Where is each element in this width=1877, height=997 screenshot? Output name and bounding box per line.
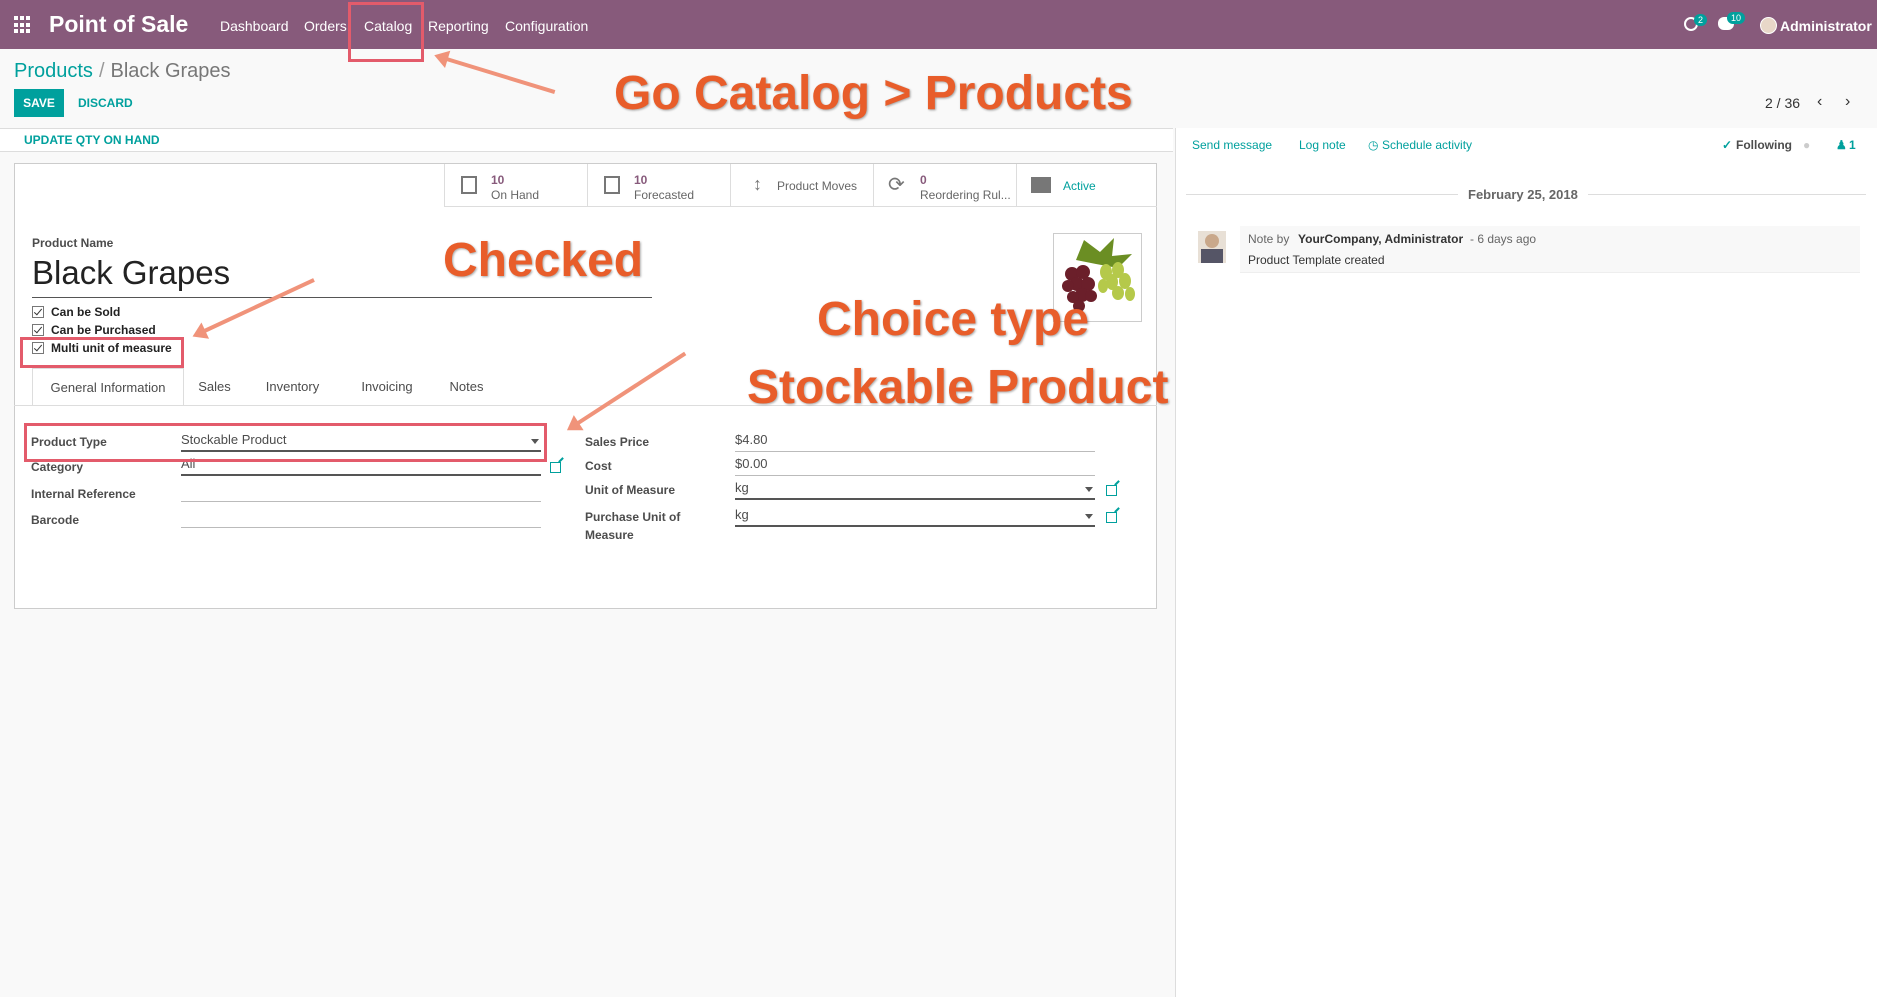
uom-label: Unit of Measure <box>585 483 676 497</box>
cost-field[interactable]: $0.00 <box>735 456 1095 476</box>
refresh-icon: ⟳ <box>888 174 905 196</box>
check-icon: ✓ <box>1722 138 1733 152</box>
smart-button-forecasted[interactable]: 10 Forecasted <box>587 164 730 207</box>
pager-next-icon[interactable]: › <box>1845 93 1850 111</box>
sales-price-field[interactable]: $4.80 <box>735 432 1095 452</box>
message-time: - 6 days ago <box>1470 232 1537 246</box>
message-body: Product Template created <box>1248 253 1385 267</box>
can-be-sold-checkbox[interactable] <box>32 306 44 318</box>
tab-sales[interactable]: Sales <box>184 368 245 405</box>
barcode-field[interactable] <box>181 508 541 528</box>
uom-select[interactable]: kg <box>735 480 1095 500</box>
tab-general-information[interactable]: General Information <box>32 368 184 405</box>
category-label: Category <box>31 460 84 474</box>
building-icon <box>461 176 477 194</box>
message-author[interactable]: YourCompany, Administrator <box>1298 232 1463 246</box>
menu-reporting[interactable]: Reporting <box>428 18 489 34</box>
messages-badge: 10 <box>1727 12 1746 24</box>
pager-prev-icon[interactable]: ‹ <box>1817 93 1822 111</box>
sales-price-label: Sales Price <box>585 435 650 449</box>
followers-count[interactable]: 1 <box>1849 138 1856 152</box>
smart-button-on-hand[interactable]: 10 On Hand <box>444 164 587 207</box>
purchase-uom-external-link-icon[interactable] <box>1106 512 1117 523</box>
product-type-highlight-box <box>24 423 547 462</box>
annotation-choice-type: Choice type <box>817 293 1090 346</box>
activity-badge: 2 <box>1694 14 1708 26</box>
forecasted-label: Forecasted <box>634 188 695 202</box>
chevron-down-icon <box>1085 514 1093 519</box>
on-hand-label: On Hand <box>491 188 540 202</box>
pager-value[interactable]: 2 / 36 <box>1765 95 1800 111</box>
author-avatar <box>1198 231 1226 263</box>
apps-menu-icon[interactable] <box>14 16 32 34</box>
smart-button-product-moves[interactable]: ↕ Product Moves <box>730 164 873 207</box>
product-name-label: Product Name <box>32 236 114 250</box>
menu-dashboard[interactable]: Dashboard <box>220 18 289 34</box>
tab-notes[interactable]: Notes <box>434 368 499 405</box>
category-external-link-icon[interactable] <box>550 462 561 473</box>
breadcrumb-current: Black Grapes <box>110 60 231 82</box>
barcode-label: Barcode <box>31 513 80 527</box>
top-navbar: Point of Sale Dashboard Orders Catalog R… <box>0 0 1877 49</box>
menu-orders[interactable]: Orders <box>304 18 347 34</box>
purchase-uom-value: kg <box>735 507 749 522</box>
annotation-arrow-catalog <box>439 55 556 94</box>
chevron-down-icon <box>1085 487 1093 492</box>
user-avatar[interactable] <box>1760 17 1777 34</box>
clock-icon: ◷ <box>1368 138 1379 152</box>
bell-icon[interactable]: ● <box>1803 138 1810 152</box>
date-label: February 25, 2018 <box>1458 187 1588 202</box>
annotation-catalog: Go Catalog > Products <box>614 67 1133 120</box>
breadcrumb: Products / Black Grapes <box>14 60 231 83</box>
reordering-label: Reordering Rul... <box>920 188 1011 202</box>
discard-button[interactable]: DISCARD <box>72 89 139 117</box>
can-be-sold-label: Can be Sold <box>51 305 121 319</box>
following-button[interactable]: Following <box>1736 138 1792 152</box>
note-prefix: Note by <box>1248 232 1290 246</box>
forecasted-value: 10 <box>634 173 648 187</box>
product-moves-label: Product Moves <box>777 179 858 193</box>
on-hand-value: 10 <box>491 173 505 187</box>
can-be-purchased-checkbox[interactable] <box>32 324 44 336</box>
messages-icon[interactable]: 10 <box>1718 12 1746 30</box>
menu-configuration[interactable]: Configuration <box>505 18 588 34</box>
send-message-button[interactable]: Send message <box>1192 138 1272 152</box>
active-label: Active <box>1063 179 1096 193</box>
pager: 2 / 36 ‹ › <box>1765 93 1850 111</box>
uom-value: kg <box>735 480 749 495</box>
catalog-highlight-box <box>348 2 424 62</box>
chatter-panel: Send message Log note ◷ Schedule activit… <box>1175 128 1877 997</box>
app-title: Point of Sale <box>49 11 189 37</box>
breadcrumb-products[interactable]: Products <box>14 60 93 82</box>
purchase-uom-select[interactable]: kg <box>735 507 1095 527</box>
annotation-checked: Checked <box>443 234 644 287</box>
uom-external-link-icon[interactable] <box>1106 485 1117 496</box>
internal-reference-field[interactable] <box>181 482 541 502</box>
save-button[interactable]: SAVE <box>14 89 64 117</box>
message-box: Note by YourCompany, Administrator - 6 d… <box>1240 226 1860 273</box>
update-qty-button[interactable]: UPDATE QTY ON HAND <box>24 133 160 147</box>
annotation-stockable-product: Stockable Product <box>747 361 1169 414</box>
schedule-activity-button[interactable]: Schedule activity <box>1382 138 1472 152</box>
building-icon <box>604 176 620 194</box>
purchase-uom-label-line2: Measure <box>585 528 634 542</box>
status-bar: UPDATE QTY ON HAND <box>0 128 1173 152</box>
activity-icon[interactable]: 2 <box>1684 14 1708 31</box>
breadcrumb-separator: / <box>98 60 105 82</box>
tab-inventory[interactable]: Inventory <box>245 368 340 405</box>
cost-label: Cost <box>585 459 612 473</box>
purchase-uom-label: Purchase Unit of <box>585 510 681 524</box>
multi-uom-highlight-box <box>20 337 184 368</box>
log-note-button[interactable]: Log note <box>1299 138 1346 152</box>
tab-invoicing[interactable]: Invoicing <box>340 368 434 405</box>
internal-reference-label: Internal Reference <box>31 487 136 501</box>
user-menu[interactable]: Administrator <box>1780 18 1872 34</box>
arrows-vertical-icon: ↕ <box>753 174 762 194</box>
smart-button-active[interactable]: Active <box>1016 164 1157 207</box>
reordering-value: 0 <box>920 173 927 187</box>
followers-icon[interactable]: ♟ <box>1836 138 1847 152</box>
can-be-purchased-label: Can be Purchased <box>51 323 156 337</box>
archive-icon <box>1031 177 1051 193</box>
smart-button-reordering[interactable]: ⟳ 0 Reordering Rul... <box>873 164 1016 207</box>
